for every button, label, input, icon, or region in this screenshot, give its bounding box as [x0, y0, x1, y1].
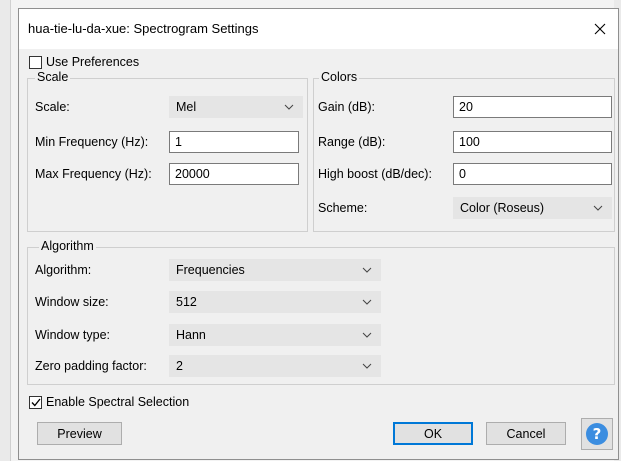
- use-preferences-box[interactable]: [29, 55, 42, 69]
- window-title: hua-tie-lu-da-xue: Spectrogram Settings: [28, 21, 259, 36]
- zero-padding-select-value: 2: [176, 359, 183, 373]
- max-frequency-label: Max Frequency (Hz):: [35, 167, 152, 181]
- preview-button[interactable]: Preview: [37, 422, 122, 445]
- range-label: Range (dB):: [318, 135, 386, 149]
- algorithm-select[interactable]: Frequencies: [169, 259, 381, 281]
- checkmark-icon: [31, 398, 41, 406]
- zero-padding-select[interactable]: 2: [169, 355, 381, 377]
- use-preferences-checkbox[interactable]: Use Preferences: [29, 55, 139, 69]
- enable-spectral-selection-box[interactable]: [29, 395, 42, 409]
- algorithm-select-value: Frequencies: [176, 263, 245, 277]
- help-icon: ?: [586, 423, 608, 445]
- scheme-label: Scheme:: [318, 201, 368, 215]
- close-icon: [594, 23, 606, 35]
- high-boost-input[interactable]: 0: [453, 163, 612, 185]
- chevron-down-icon: [593, 205, 603, 211]
- use-preferences-label: Use Preferences: [46, 55, 140, 69]
- scale-label: Scale:: [35, 100, 70, 114]
- background-window-edge: [0, 0, 11, 461]
- chevron-down-icon: [362, 267, 372, 273]
- window-size-select[interactable]: 512: [169, 291, 381, 313]
- colors-group-title: Colors: [319, 70, 360, 84]
- min-frequency-label: Min Frequency (Hz):: [35, 135, 149, 149]
- scale-select-value: Mel: [176, 100, 197, 114]
- enable-spectral-selection-label: Enable Spectral Selection: [46, 395, 190, 409]
- algorithm-label: Algorithm:: [35, 263, 92, 277]
- window-type-select[interactable]: Hann: [169, 324, 381, 346]
- scheme-select-value: Color (Roseus): [460, 201, 545, 215]
- chevron-down-icon: [284, 104, 294, 110]
- window-type-label: Window type:: [35, 328, 111, 342]
- gain-label: Gain (dB):: [318, 100, 375, 114]
- scale-group-title: Scale: [35, 70, 71, 84]
- gain-input[interactable]: 20: [453, 96, 612, 118]
- high-boost-label: High boost (dB/dec):: [318, 167, 432, 181]
- title-bar: hua-tie-lu-da-xue: Spectrogram Settings: [19, 9, 618, 50]
- chevron-down-icon: [362, 363, 372, 369]
- scheme-select[interactable]: Color (Roseus): [453, 197, 612, 219]
- spectrogram-settings-dialog: hua-tie-lu-da-xue: Spectrogram Settings …: [18, 8, 619, 460]
- chevron-down-icon: [362, 332, 372, 338]
- range-input[interactable]: 100: [453, 131, 612, 153]
- help-button[interactable]: ?: [581, 418, 613, 450]
- scale-select[interactable]: Mel: [169, 96, 303, 118]
- window-size-label: Window size:: [35, 295, 109, 309]
- cancel-button[interactable]: Cancel: [486, 422, 566, 445]
- window-size-select-value: 512: [176, 295, 197, 309]
- min-frequency-input[interactable]: 1: [169, 131, 299, 153]
- zero-padding-label: Zero padding factor:: [35, 359, 147, 373]
- max-frequency-input[interactable]: 20000: [169, 163, 299, 185]
- algorithm-group-title: Algorithm: [39, 239, 96, 253]
- enable-spectral-selection-checkbox[interactable]: Enable Spectral Selection: [29, 395, 189, 409]
- dialog-content: Use Preferences Scale Scale: Mel Min Fre…: [19, 49, 618, 459]
- chevron-down-icon: [362, 299, 372, 305]
- window-type-select-value: Hann: [176, 328, 206, 342]
- close-button[interactable]: [588, 17, 612, 41]
- ok-button[interactable]: OK: [393, 422, 473, 445]
